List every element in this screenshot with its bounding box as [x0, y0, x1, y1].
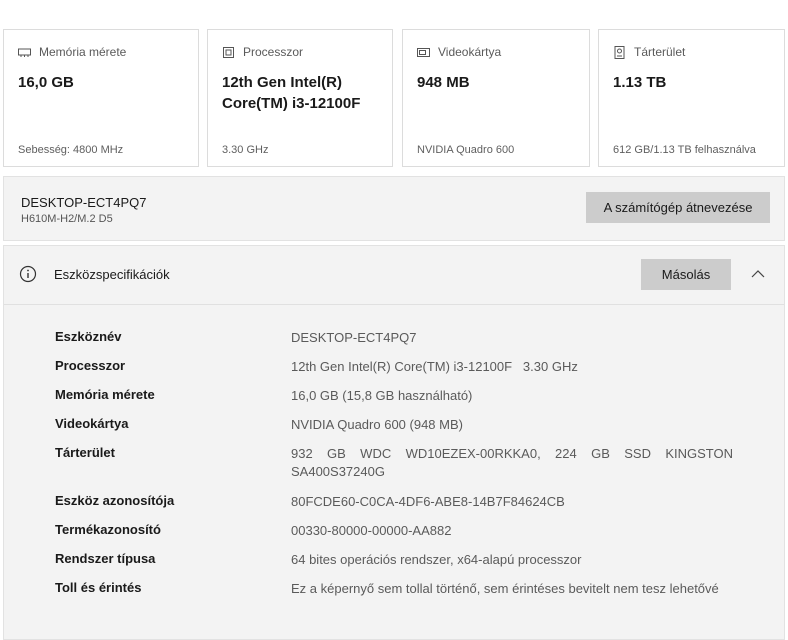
- card-subtitle: 612 GB/1.13 TB felhasználva: [613, 144, 756, 156]
- card-subtitle: 3.30 GHz: [222, 144, 269, 156]
- spec-value: 12th Gen Intel(R) Core(TM) i3-12100F 3.3…: [291, 359, 578, 374]
- storage-card: Tárterület 1.13 TB 612 GB/1.13 TB felhas…: [598, 29, 785, 167]
- card-value: 948 MB: [417, 74, 470, 91]
- spec-value: 64 bites operációs rendszer, x64-alapú p…: [291, 552, 582, 567]
- spec-label: Videokártya: [55, 416, 129, 431]
- specifications-title: Eszközspecifikációk: [54, 267, 170, 282]
- device-model: H610M-H2/M.2 D5: [21, 213, 113, 225]
- info-icon: [19, 265, 37, 283]
- spec-label: Toll és érintés: [55, 580, 142, 595]
- card-value: 16,0 GB: [18, 74, 74, 91]
- card-value: 1.13 TB: [613, 74, 667, 91]
- graphics-card: Videokártya 948 MB NVIDIA Quadro 600: [402, 29, 590, 167]
- spec-label: Memória mérete: [55, 387, 155, 402]
- processor-card: Processzor 12th Gen Intel(R) Core(TM) i3…: [207, 29, 393, 167]
- processor-icon: [222, 46, 235, 59]
- memory-card: Memória mérete 16,0 GB Sebesség: 4800 MH…: [3, 29, 199, 167]
- copy-button[interactable]: Másolás: [641, 259, 731, 290]
- card-title: Memória mérete: [39, 45, 127, 59]
- spec-label: Eszköz azonosítója: [55, 493, 175, 508]
- card-title: Processzor: [243, 45, 304, 59]
- spec-value: Ez a képernyő sem tollal történő, sem ér…: [291, 581, 719, 596]
- spec-value: NVIDIA Quadro 600 (948 MB): [291, 417, 463, 432]
- device-specifications-panel: Eszközspecifikációk Másolás Eszköznév DE…: [3, 245, 785, 640]
- storage-icon: [613, 45, 626, 59]
- spec-value: 80FCDE60-C0CA-4DF6-ABE8-14B7F84624CB: [291, 494, 565, 509]
- specifications-header[interactable]: Eszközspecifikációk Másolás: [4, 246, 784, 305]
- card-title: Videokártya: [438, 45, 502, 59]
- spec-value: 16,0 GB (15,8 GB használható): [291, 388, 473, 403]
- spec-label: Termékazonosító: [55, 522, 161, 537]
- card-subtitle: NVIDIA Quadro 600: [417, 144, 515, 156]
- device-name: DESKTOP-ECT4PQ7: [21, 195, 147, 210]
- device-name-bar: DESKTOP-ECT4PQ7 H610M-H2/M.2 D5 A számít…: [3, 176, 785, 241]
- spec-label: Tárterület: [55, 445, 115, 460]
- spec-label: Processzor: [55, 358, 126, 373]
- spec-value: 932 GB WDC WD10EZEX-00RKKA0, 224 GB SSD …: [291, 446, 733, 479]
- graphics-card-icon: [417, 46, 430, 59]
- spec-value: 00330-80000-00000-AA882: [291, 523, 452, 538]
- card-subtitle: Sebesség: 4800 MHz: [18, 144, 124, 156]
- rename-pc-button[interactable]: A számítógép átnevezése: [586, 192, 770, 223]
- card-title: Tárterület: [634, 45, 686, 59]
- chevron-up-icon[interactable]: [750, 266, 766, 282]
- card-value: 12th Gen Intel(R) Core(TM) i3-12100F: [222, 74, 361, 112]
- spec-label: Eszköznév: [55, 329, 122, 344]
- spec-value: DESKTOP-ECT4PQ7: [291, 330, 417, 345]
- memory-icon: [18, 46, 31, 59]
- spec-label: Rendszer típusa: [55, 551, 156, 566]
